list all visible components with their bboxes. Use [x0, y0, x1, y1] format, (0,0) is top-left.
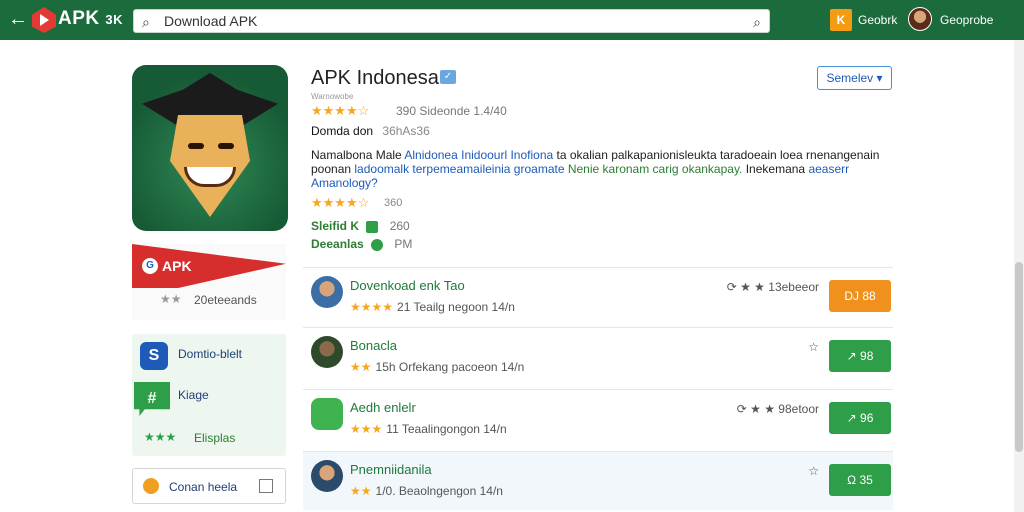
list-item-meta: 15h Orfekang pacoeon 14/n — [375, 360, 525, 374]
list-item-info: ★★ 15h Orfekang pacoeon 14/n — [350, 360, 524, 374]
list-item-stars: ★★ — [350, 484, 372, 498]
side-item-1-label[interactable]: Domtio-blelt — [178, 347, 242, 361]
eye-right — [218, 143, 234, 149]
list-item-info: ★★ 1/0. Beaolngengon 14/n — [350, 484, 503, 498]
profile-label[interactable]: Geoprobe — [940, 13, 993, 27]
desc-part-1: Namalbona Male — [311, 148, 405, 162]
avatar[interactable] — [908, 7, 932, 31]
list-item-stats: ⟳ ★ ★ 13ebeeor — [726, 280, 819, 294]
rating-text: 390 Sideonde 1.4/40 — [396, 104, 507, 118]
list-item-stars: ★★★★ — [350, 300, 394, 314]
list-item-stars: ★★★ — [350, 422, 383, 436]
scrollbar[interactable] — [1014, 40, 1024, 512]
status-icon — [371, 238, 384, 251]
list-item-meta: 11 Teaalingongon 14/n — [386, 422, 507, 436]
scroll-thumb[interactable] — [1015, 262, 1023, 452]
download-button[interactable]: ↗ 98 — [829, 340, 891, 372]
meta-2-value: PM — [394, 237, 413, 251]
list-item-info: ★★★ 11 Teaalingongon 14/n — [350, 422, 507, 436]
top-bar: ← APK 3K ⌕ ⌕ K Geobrk Geoprobe — [0, 0, 1024, 40]
bottom-left-button[interactable]: Conan heela — [132, 468, 286, 504]
desc-part-6: Inekemana — [742, 162, 809, 176]
download-button[interactable]: ↗ 96 — [829, 402, 891, 434]
list-item-stars: ★★ — [350, 360, 372, 374]
list-item-stats: ⟳ ★ ★ 98etoor — [736, 402, 819, 416]
account-label[interactable]: Geobrk — [858, 13, 897, 27]
download-button[interactable]: DJ 88 — [829, 280, 891, 312]
side-stars: ★★★ — [144, 430, 177, 444]
download-info: Domda don 36hAs36 — [311, 124, 430, 138]
logo-icon[interactable] — [32, 7, 56, 33]
app-description: Namalbona Male Alnidonea Inidoourl Inofi… — [311, 148, 891, 190]
list-item-meta: 21 Teailg negoon 14/n — [397, 300, 515, 314]
verified-icon: ✓ — [440, 70, 456, 84]
promo-label: APK — [162, 258, 192, 274]
list-item-info: ★★★★ 21 Teailg negoon 14/n — [350, 300, 515, 314]
promo-circle-icon: G — [142, 258, 158, 274]
account-icon[interactable]: K — [830, 9, 852, 31]
user-icon — [143, 478, 159, 494]
side-item-3-label[interactable]: Elisplas — [194, 431, 235, 445]
app-avatar — [311, 398, 343, 430]
app-title: APK Indonesa — [311, 67, 439, 89]
list-item-stats: ☆ — [808, 340, 819, 354]
list-item-stats: ☆ — [808, 464, 819, 478]
arrow-left-icon[interactable]: ← — [8, 8, 28, 30]
promo-text: 20eteeands — [194, 293, 257, 307]
similar-dropdown-button[interactable]: Semelev ▾ — [817, 66, 892, 90]
app-badge-icon[interactable]: S — [140, 342, 168, 370]
list-item-meta: 1/0. Beaolngengon 14/n — [375, 484, 503, 498]
list-item-name[interactable]: Bonacla — [350, 338, 397, 353]
logo-text-main: APK — [58, 8, 100, 29]
download-size: 36hAs36 — [382, 124, 430, 138]
list-item-name[interactable]: Pnemniidanila — [350, 462, 432, 477]
desc-part-5: Nenie karonam carig okankapay. — [567, 162, 743, 176]
rating-stars-secondary: ★★★★☆ — [311, 195, 370, 210]
search-box[interactable]: ⌕ ⌕ — [133, 9, 770, 33]
side-panel: S Domtio-blelt # Kiage ★★★ Elisplas — [132, 334, 286, 456]
rating-stars: ★★★★☆ — [311, 103, 370, 118]
list-item[interactable]: Dovenkoad enk Tao ★★★★ 21 Teailg negoon 1… — [303, 268, 893, 326]
app-avatar — [311, 336, 343, 368]
search-icon: ⌕ — [142, 14, 150, 30]
promo-stars: ★★ — [160, 292, 182, 306]
bottom-left-label: Conan heela — [169, 480, 238, 494]
face-shape — [170, 115, 250, 217]
list-item[interactable]: Aedh enlelr ★★★ 11 Teaalingongon 14/n ⟳ ★… — [303, 390, 893, 448]
search-submit-icon[interactable]: ⌕ — [753, 14, 761, 31]
download-button[interactable]: Ω 35 — [829, 464, 891, 496]
check-icon — [366, 220, 379, 233]
list-item[interactable]: Bonacla ★★ 15h Orfekang pacoeon 14/n ☆ ↗ … — [303, 328, 893, 386]
meta-1-value: 260 — [389, 219, 410, 233]
app-avatar — [311, 276, 343, 308]
app-avatar — [311, 460, 343, 492]
side-item-2-label[interactable]: Kiage — [178, 388, 209, 402]
logo-text-suffix: 3K — [105, 12, 124, 27]
desc-part-4: ladoomalk terpemeamaileinia groamate — [354, 162, 568, 176]
eye-left — [188, 143, 204, 149]
app-icon — [132, 65, 288, 231]
app-subtitle: Warnowobe — [311, 92, 354, 101]
rating-text-secondary: 360 — [384, 197, 403, 209]
promo-card[interactable]: G APK ★★ 20eteeands — [132, 244, 286, 320]
chat-icon[interactable]: # — [134, 382, 170, 416]
checkbox[interactable] — [259, 479, 273, 493]
meta-2-label: Deeanlas — [311, 237, 364, 251]
desc-part-2: Alnidonea Inidoourl Inofiona — [404, 148, 554, 162]
meta-row-2: Deeanlas PM — [311, 237, 412, 251]
list-item-name[interactable]: Aedh enlelr — [350, 400, 416, 415]
logo-text[interactable]: APK 3K — [58, 8, 123, 30]
list-item-name[interactable]: Dovenkoad enk Tao — [350, 278, 465, 293]
meta-row-1: Sleifid K 260 — [311, 219, 410, 233]
meta-1-label: Sleifid K — [311, 219, 360, 233]
list-item[interactable]: Pnemniidanila ★★ 1/0. Beaolngengon 14/n ☆… — [303, 452, 893, 510]
download-label: Domda don — [311, 124, 374, 138]
search-input[interactable] — [164, 12, 724, 30]
